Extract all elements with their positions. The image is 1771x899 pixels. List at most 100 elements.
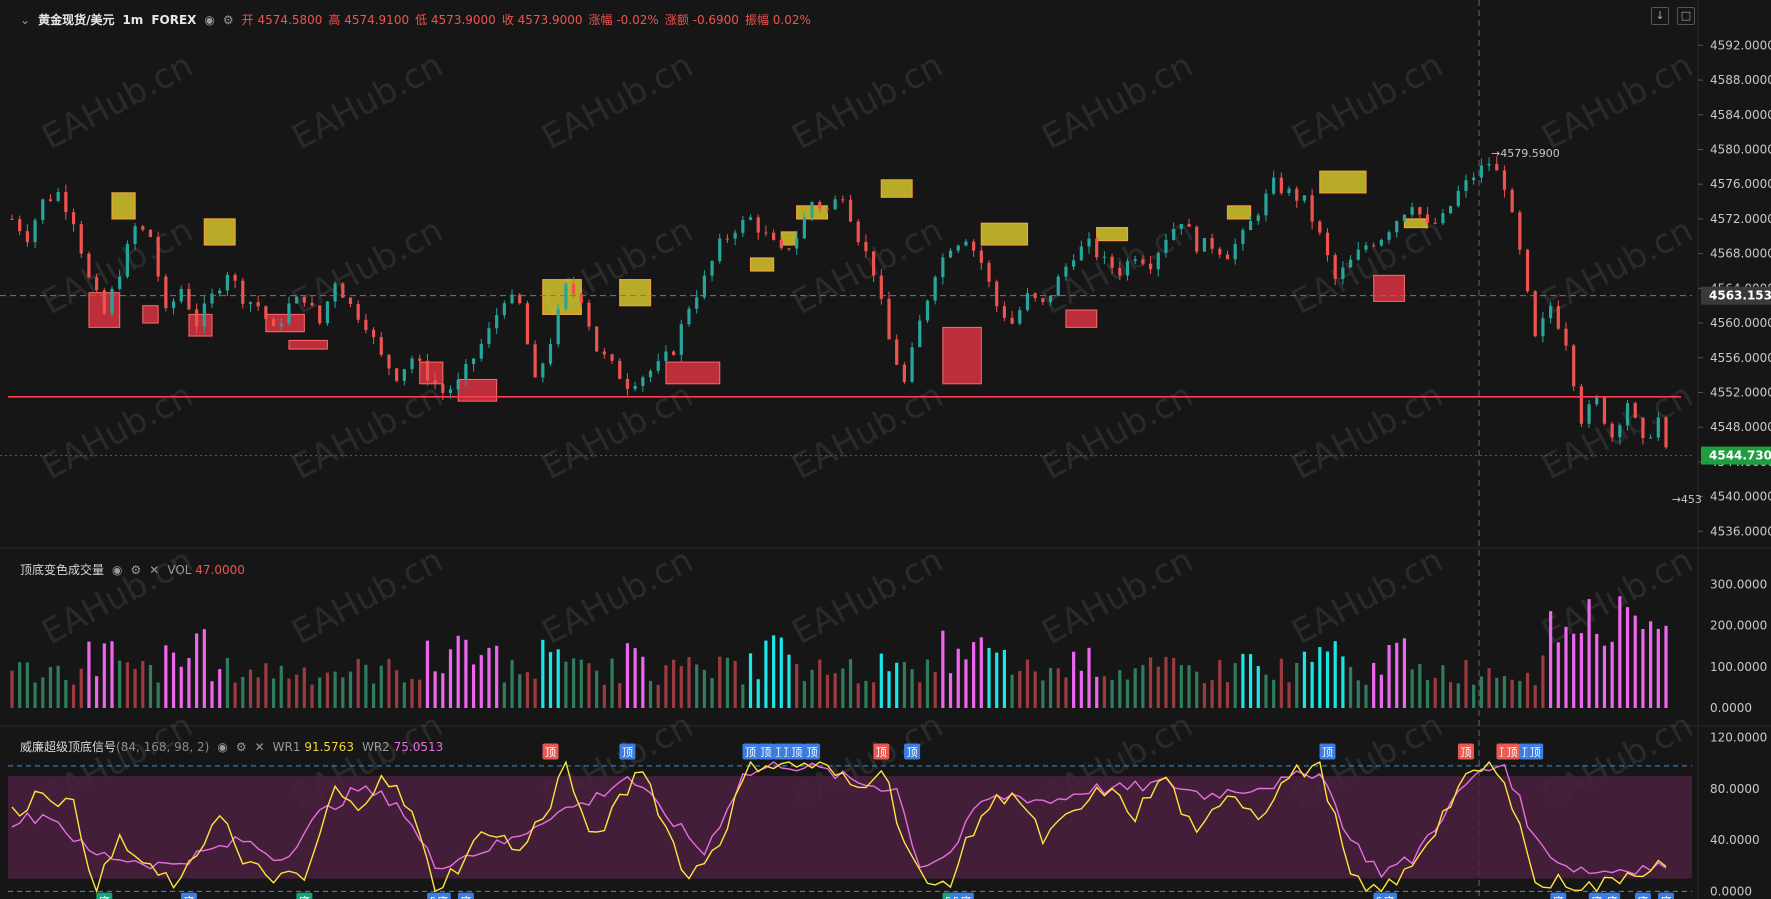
candle-body: [1479, 165, 1483, 178]
candle-body: [487, 328, 491, 344]
volume-bar: [1341, 656, 1345, 708]
volume-bar: [995, 652, 999, 708]
candle-body: [1472, 177, 1476, 181]
top-zone-box: [1226, 205, 1252, 220]
candle-body: [1133, 259, 1137, 262]
candle-body: [956, 245, 960, 251]
candle-body: [48, 199, 53, 201]
volume-bar: [756, 679, 760, 708]
close-icon[interactable]: ✕: [149, 563, 159, 577]
volume-bar: [772, 635, 776, 708]
candle-body: [695, 297, 699, 309]
candle-body: [1341, 267, 1345, 279]
volume-bar: [1395, 642, 1399, 708]
bottom-signal-label: 底: [437, 894, 448, 899]
candle-body: [25, 231, 29, 243]
volume-bar: [741, 684, 745, 708]
candle-body: [1425, 214, 1430, 223]
volume-bar: [710, 678, 714, 708]
watermark-text: EAHub.cn: [785, 210, 949, 323]
download-icon[interactable]: ↓: [1651, 7, 1669, 25]
bottom-signal-label: 底: [960, 894, 971, 899]
ohlc-item: 涨额 -0.6900: [664, 13, 739, 27]
ohlc-item: 涨幅 -0.02%: [588, 13, 659, 27]
volume-bar: [18, 662, 22, 708]
watermark-text: EAHub.cn: [1535, 375, 1699, 488]
gear-icon[interactable]: ⚙: [223, 13, 234, 27]
candle-body: [1333, 255, 1337, 279]
volume-bar: [1441, 665, 1445, 708]
candle-body: [1410, 207, 1414, 215]
volume-bar: [1610, 641, 1614, 708]
eye-icon[interactable]: ◉: [204, 13, 214, 27]
volume-bar: [1448, 682, 1453, 708]
volume-bar: [510, 660, 514, 708]
top-signal-label: 顶: [622, 746, 633, 759]
candle-body: [1264, 193, 1268, 216]
volume-bar: [1056, 668, 1060, 708]
volume-bar: [1248, 654, 1253, 708]
volume-bar: [1072, 651, 1076, 708]
volume-bar: [325, 672, 330, 708]
volume-bar: [795, 663, 799, 708]
candle-body: [1102, 256, 1107, 258]
volume-bar: [1010, 674, 1014, 708]
candle-body: [1395, 221, 1399, 233]
volume-bar: [872, 682, 876, 708]
candle-body: [779, 239, 783, 249]
candle-body: [1348, 259, 1353, 268]
candle-body: [1610, 423, 1614, 438]
candle-body: [910, 347, 914, 382]
gear-icon[interactable]: ⚙: [236, 740, 247, 754]
chart-svg[interactable]: EAHub.cn EAHub.cn EAHub.cn EAHub.cn EAHub.cn…: [0, 0, 1771, 899]
bottom-zone-box: [419, 361, 444, 385]
symbol-name[interactable]: 黄金现货/美元: [38, 11, 114, 28]
candle-body: [471, 358, 476, 364]
eye-icon[interactable]: ◉: [112, 563, 122, 577]
candle-body: [171, 301, 176, 309]
candle-body: [679, 324, 683, 355]
volume-bar: [1425, 679, 1430, 708]
candle-body: [33, 220, 37, 243]
volume-bar: [279, 665, 283, 708]
price-tick-label: 4592.0000: [1710, 38, 1771, 52]
candle-body: [1095, 238, 1099, 258]
volume-bar: [1618, 596, 1622, 708]
chevron-down-icon[interactable]: ⌄: [20, 13, 30, 27]
candle-body: [748, 217, 753, 220]
volume-bar: [1064, 677, 1068, 708]
volume-bar: [87, 641, 91, 708]
candle-body: [164, 276, 168, 309]
gear-icon[interactable]: ⚙: [131, 563, 142, 577]
candle-body: [602, 351, 606, 355]
candle-body: [395, 368, 399, 381]
volume-bar: [1664, 625, 1668, 708]
candle-body: [441, 383, 445, 394]
close-icon[interactable]: ✕: [255, 740, 265, 754]
volume-bar: [887, 671, 891, 708]
candle-body: [841, 199, 845, 201]
volume-bar: [495, 645, 499, 708]
volume-bar: [1487, 668, 1491, 708]
volume-bar: [1502, 676, 1507, 708]
candle-body: [564, 283, 568, 309]
candle-body: [371, 329, 376, 338]
maximize-icon[interactable]: □: [1677, 7, 1695, 25]
chart-root[interactable]: EAHub.cn EAHub.cn EAHub.cn EAHub.cn EAHub.cn…: [0, 0, 1771, 899]
candle-body: [1018, 310, 1022, 324]
volume-bar: [1133, 668, 1137, 708]
wr1-name: WR1: [272, 739, 301, 754]
volume-bar: [818, 659, 822, 708]
volume-bar: [25, 662, 29, 708]
eye-icon[interactable]: ◉: [217, 740, 227, 754]
volume-bar: [287, 678, 291, 708]
volume-bar: [256, 677, 260, 708]
interval[interactable]: 1m: [122, 13, 143, 27]
candle-body: [210, 293, 214, 304]
candle-body: [1048, 295, 1053, 303]
candle-body: [264, 306, 268, 320]
candle-body: [248, 302, 253, 304]
volume-bar: [687, 657, 691, 708]
candle-body: [725, 238, 730, 240]
volume-bar: [218, 669, 222, 708]
